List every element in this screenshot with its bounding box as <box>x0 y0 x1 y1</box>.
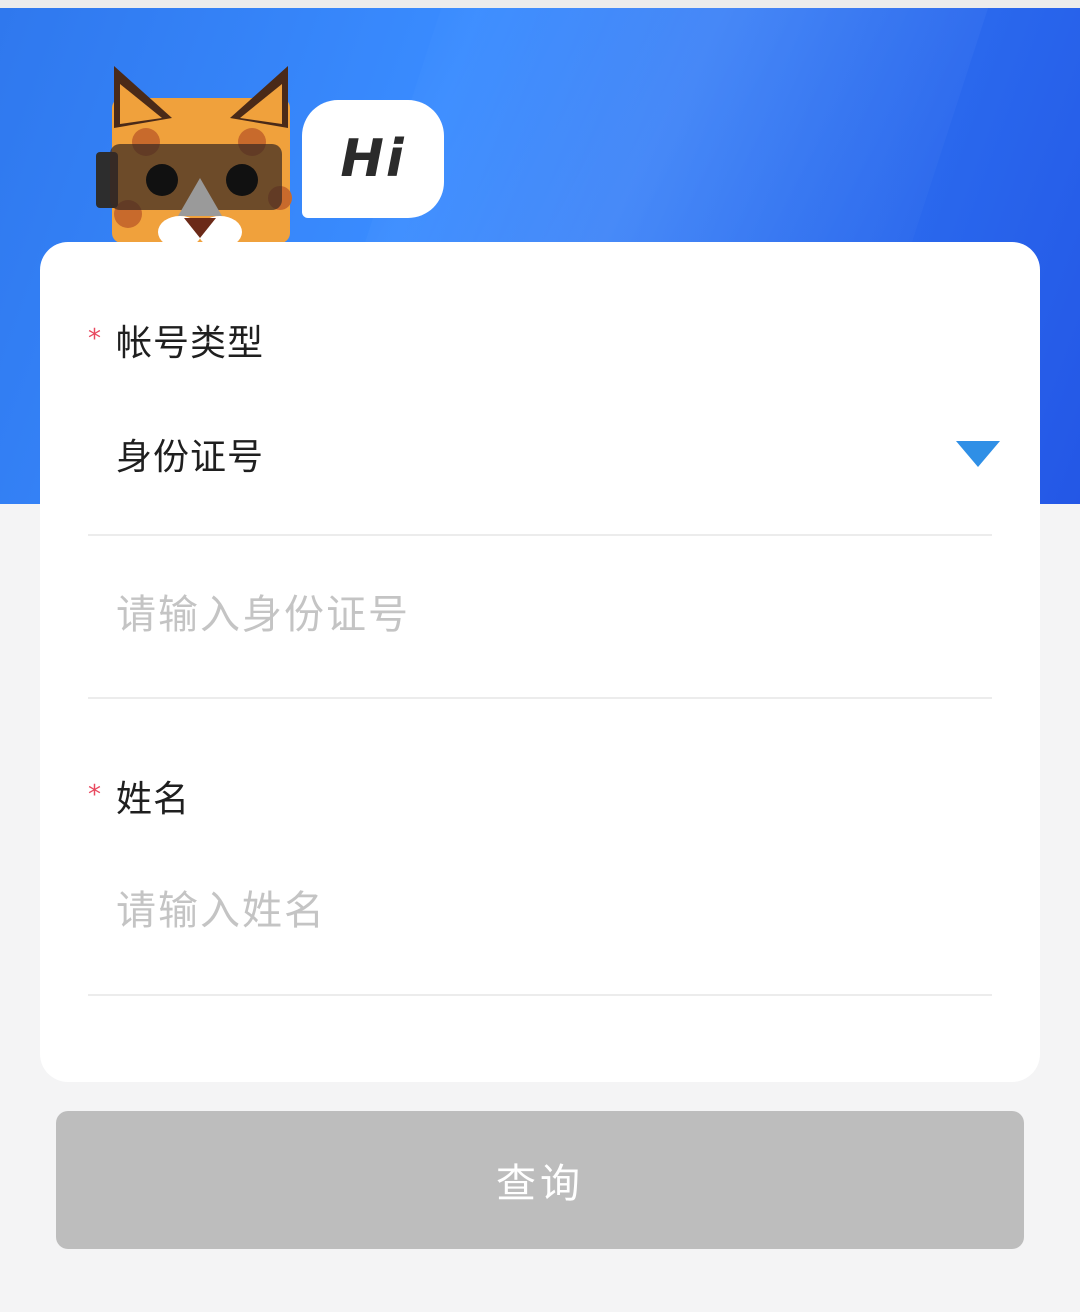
required-asterisk: * <box>88 324 101 354</box>
greeting-text: Hi <box>340 129 406 189</box>
account-type-label: * 帐号类型 <box>88 322 264 366</box>
name-label-text: 姓名 <box>116 779 191 820</box>
divider <box>88 994 992 996</box>
required-asterisk: * <box>88 780 101 810</box>
account-type-select[interactable]: 身份证号 <box>116 422 1000 486</box>
divider <box>88 534 992 536</box>
greeting-bubble: Hi <box>302 100 444 218</box>
account-type-label-text: 帐号类型 <box>116 323 265 364</box>
name-label: * 姓名 <box>88 778 190 822</box>
query-button[interactable]: 查询 <box>56 1111 1024 1249</box>
id-number-input[interactable] <box>116 580 986 650</box>
account-type-selected-value: 身份证号 <box>116 437 265 478</box>
divider <box>88 697 992 699</box>
status-strip <box>0 0 1080 8</box>
form-card: * 帐号类型 身份证号 * 姓名 <box>40 242 1040 1082</box>
name-input[interactable] <box>116 876 986 946</box>
triangle-down-icon[interactable] <box>956 441 1000 467</box>
